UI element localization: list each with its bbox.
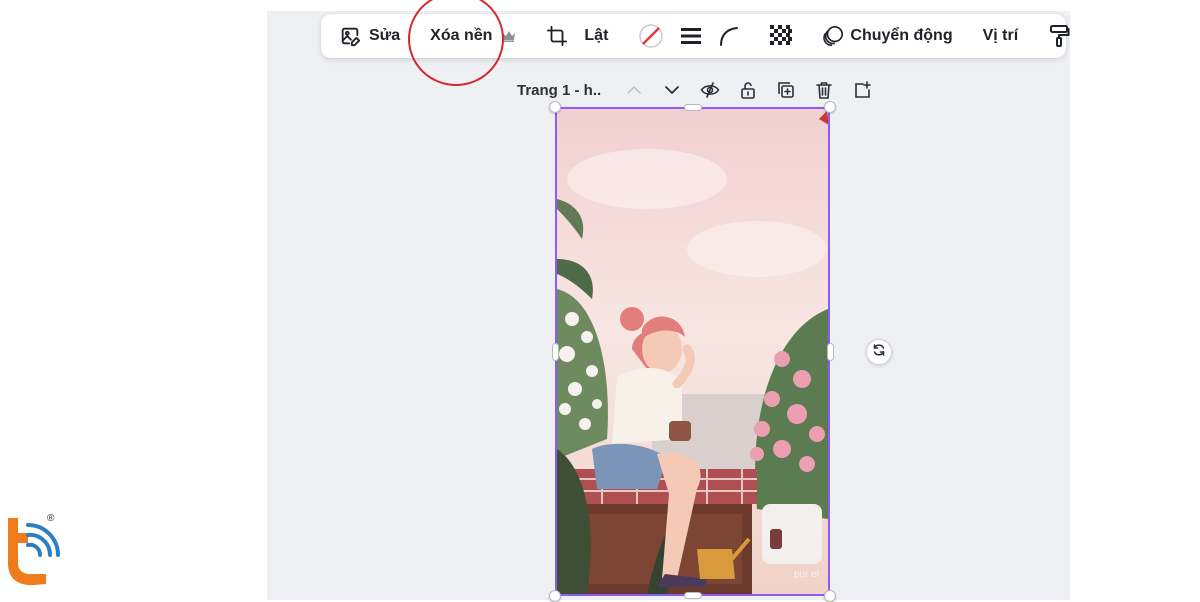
chevron-up-icon[interactable] <box>615 77 653 103</box>
crown-icon <box>502 30 516 42</box>
position-label: Vị trí <box>982 27 1019 44</box>
rotate-button[interactable] <box>866 339 892 365</box>
resize-handle-right[interactable] <box>827 343 834 361</box>
resize-handle-left[interactable] <box>552 343 559 361</box>
illustration: pur el <box>557 109 828 594</box>
selected-image[interactable]: pur el <box>555 107 830 596</box>
remove-background-button[interactable]: Xóa nền <box>422 20 524 52</box>
no-fill-icon <box>638 23 664 49</box>
artist-signature: pur el <box>794 569 819 580</box>
flip-label: Lật <box>584 27 609 44</box>
resize-handle-bottom[interactable] <box>684 592 702 599</box>
border-style-icon <box>680 26 702 46</box>
registered-mark: ® <box>47 513 55 524</box>
resize-handle-top-right[interactable] <box>824 101 836 113</box>
page-controls: Trang 1 - h.. <box>517 77 881 103</box>
image-edit-icon <box>339 25 361 47</box>
resize-handle-bottom-left[interactable] <box>549 590 561 602</box>
copy-style-button[interactable] <box>1040 20 1078 52</box>
add-page-icon[interactable] <box>843 77 881 103</box>
edit-image-button[interactable]: Sửa <box>331 20 408 52</box>
position-button[interactable]: Vị trí <box>975 20 1027 52</box>
corner-radius-icon <box>718 25 740 47</box>
border-color-button[interactable] <box>630 20 672 52</box>
flip-button[interactable]: Lật <box>576 20 616 52</box>
lock-icon[interactable] <box>729 77 767 103</box>
resize-handle-top-left[interactable] <box>549 101 561 113</box>
animate-label: Chuyển động <box>850 27 953 44</box>
crop-icon <box>546 25 568 47</box>
transparency-button[interactable] <box>762 20 800 52</box>
corner-rounding-button[interactable] <box>710 20 748 52</box>
trash-icon[interactable] <box>805 77 843 103</box>
animate-button[interactable]: Chuyển động <box>814 20 960 52</box>
remove-background-label: Xóa nền <box>430 27 493 44</box>
duplicate-icon[interactable] <box>767 77 805 103</box>
animate-icon <box>822 25 844 47</box>
brand-logo <box>4 513 64 589</box>
eye-hidden-icon[interactable] <box>691 77 729 103</box>
image-toolbar: Sửa Xóa nền Lật Chuyển động Vị trí <box>321 14 1070 58</box>
crop-button[interactable] <box>538 20 576 52</box>
edit-image-label: Sửa <box>369 27 401 44</box>
resize-handle-bottom-right[interactable] <box>824 590 836 602</box>
resize-handle-top[interactable] <box>684 104 702 111</box>
rotate-icon <box>872 343 886 362</box>
paint-roller-icon <box>1048 24 1070 48</box>
chevron-down-icon[interactable] <box>653 77 691 103</box>
transparency-icon <box>770 25 793 47</box>
border-style-button[interactable] <box>672 20 710 52</box>
page-title[interactable]: Trang 1 - h.. <box>517 82 601 99</box>
